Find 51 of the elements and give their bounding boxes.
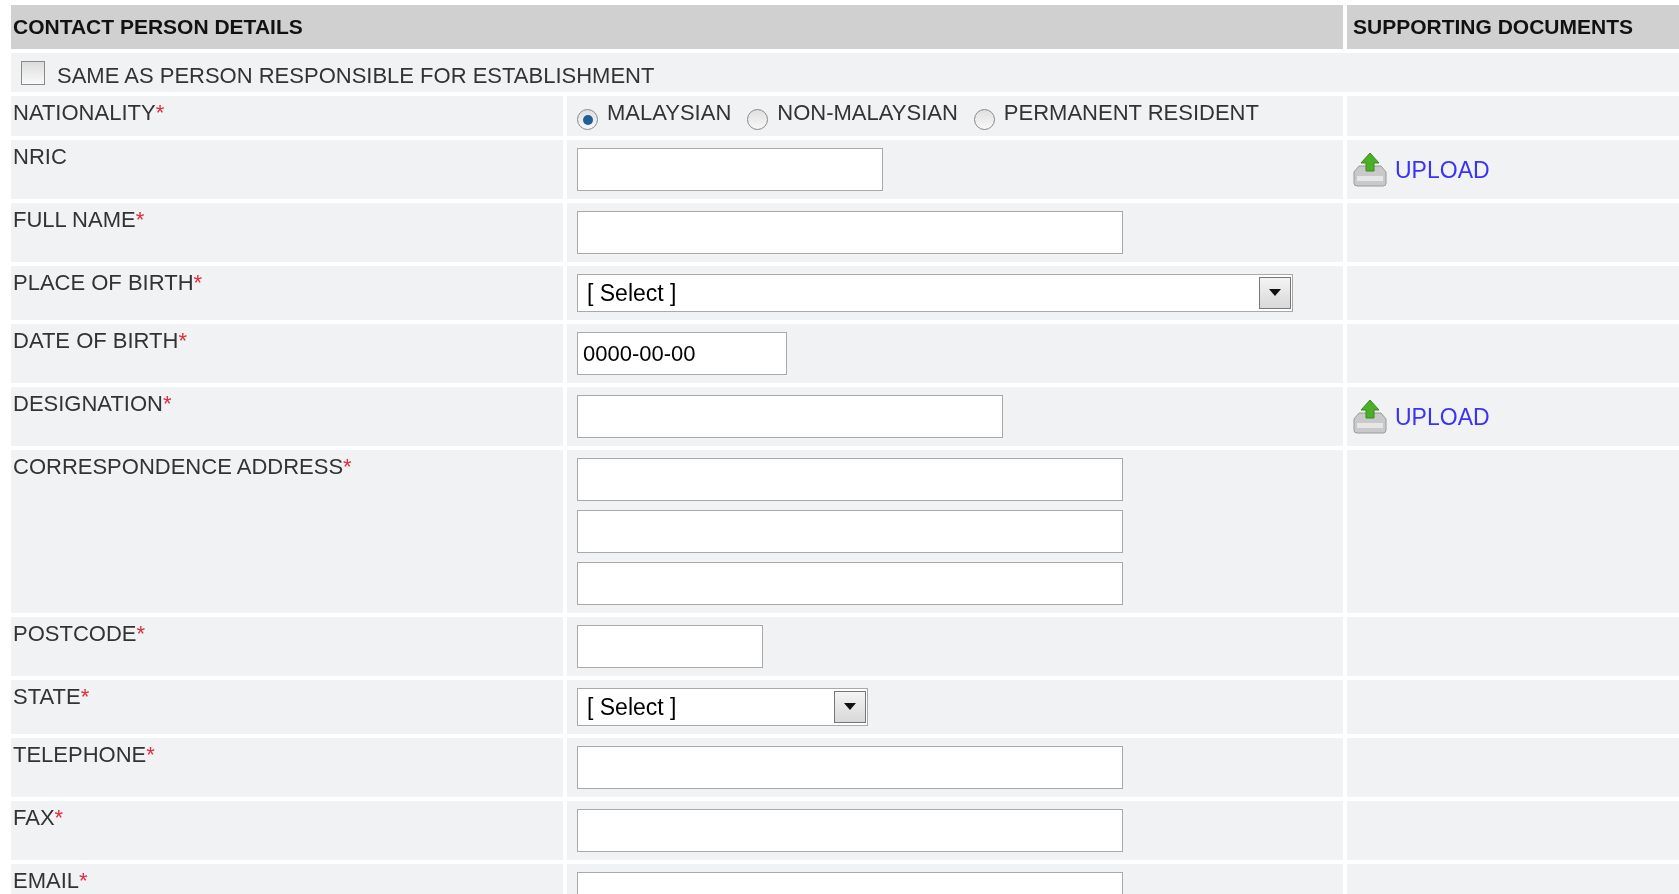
field-label: POSTCODE <box>13 620 137 648</box>
text-field[interactable] <box>577 746 1123 789</box>
text-field[interactable] <box>577 395 1003 438</box>
radio-label: MALAYSIAN <box>607 99 732 127</box>
required-mark: * <box>79 867 88 894</box>
field-label: DESIGNATION <box>13 390 163 418</box>
upload-link[interactable]: UPLOAD <box>1351 398 1490 435</box>
required-mark: * <box>135 206 145 234</box>
upload-tray-icon <box>1351 151 1389 188</box>
checkbox-label: SAME AS PERSON RESPONSIBLE FOR ESTABLISHMENT <box>57 62 655 90</box>
radio-button[interactable] <box>577 109 598 130</box>
field-label: TELEPHONE <box>13 741 147 769</box>
radio-label: PERMANENT RESIDENT <box>1003 99 1259 127</box>
section-header: CONTACT PERSON DETAILS <box>11 5 1343 49</box>
section-header: SUPPORTING DOCUMENTS <box>1347 5 1679 49</box>
upload-tray-icon <box>1351 398 1389 435</box>
text-field[interactable] <box>577 809 1123 852</box>
dropdown[interactable]: [ Select ] <box>577 688 868 726</box>
field-label: NATIONALITY <box>13 99 156 127</box>
required-mark: * <box>136 620 146 648</box>
text-field[interactable] <box>577 510 1123 553</box>
caret-icon <box>834 691 866 723</box>
dropdown[interactable]: [ Select ] <box>577 274 1293 312</box>
required-mark: * <box>193 269 203 297</box>
required-mark: * <box>178 327 187 355</box>
text-field[interactable] <box>577 211 1123 254</box>
text-field[interactable] <box>577 562 1123 605</box>
required-mark: * <box>155 99 165 127</box>
text-field[interactable] <box>577 625 763 668</box>
text-field[interactable] <box>577 458 1123 501</box>
radio-button[interactable] <box>973 109 995 130</box>
field-label: PLACE OF BIRTH <box>13 269 194 297</box>
field-label: DATE OF BIRTH <box>13 327 179 355</box>
caret-icon <box>1259 277 1291 309</box>
text-field[interactable] <box>577 148 883 191</box>
field-label: EMAIL <box>13 867 80 894</box>
required-mark: * <box>343 453 352 481</box>
required-mark: * <box>146 741 155 769</box>
required-mark: * <box>80 683 90 711</box>
required-mark: * <box>54 804 64 832</box>
field-label: FAX <box>13 804 55 832</box>
radio-button[interactable] <box>747 109 769 130</box>
field-label: FULL NAME <box>13 206 136 234</box>
text-field[interactable]: 0000-00-00 <box>577 332 787 375</box>
required-mark: * <box>162 390 172 418</box>
field-label: STATE <box>13 683 81 711</box>
field-label: NRIC <box>13 143 67 171</box>
field-label: CORRESPONDENCE ADDRESS <box>13 453 344 481</box>
upload-link[interactable]: UPLOAD <box>1351 151 1490 188</box>
checkbox[interactable] <box>21 60 45 85</box>
radio-label: NON-MALAYSIAN <box>777 99 958 127</box>
